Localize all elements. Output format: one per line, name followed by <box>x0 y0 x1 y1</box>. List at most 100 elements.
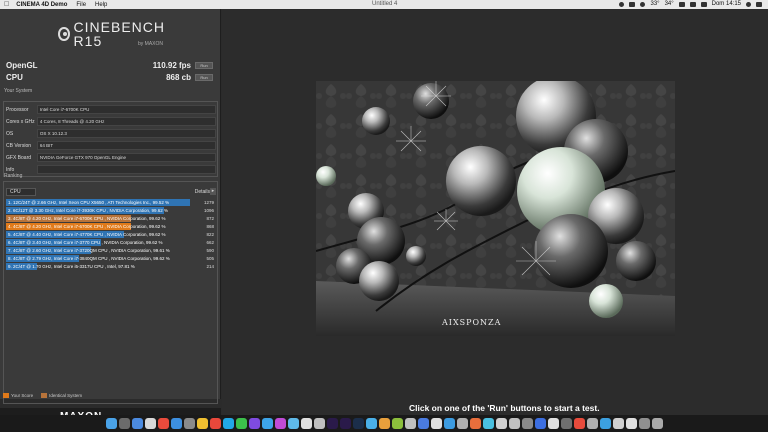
ranking-type-select[interactable]: CPU <box>6 188 36 196</box>
app-icon[interactable] <box>599 418 611 429</box>
search-icon[interactable] <box>746 1 751 7</box>
legend-identical-system: Identical System <box>41 393 82 398</box>
system-row: Info <box>6 165 216 174</box>
app-icon[interactable] <box>313 418 325 429</box>
ranking-row[interactable]: 7. 4C/8T @ 2.60 GHz, Intel Core i7-3720Q… <box>6 247 216 255</box>
app-icon[interactable] <box>443 418 455 429</box>
app-icon[interactable] <box>482 418 494 429</box>
ranking-row-label: 5. 4C/8T @ 4.40 GHz, Intel Core i7-4770K… <box>8 232 166 237</box>
status-icon[interactable] <box>640 1 646 7</box>
system-label: GFX Board <box>6 154 32 161</box>
ranking-row-label: 8. 4C/8T @ 2.79 GHz, Intel Core i7-3840Q… <box>8 256 170 261</box>
opengl-score-row: OpenGL 110.92 fps Run <box>3 59 218 71</box>
app-icon[interactable] <box>417 418 429 429</box>
whatsapp-icon[interactable] <box>235 418 247 429</box>
app-icon[interactable] <box>300 418 312 429</box>
ranking-row[interactable]: 9. 2C/4T @ 1.70 GHz, Intel Core i5-3317U… <box>6 263 216 271</box>
system-label: CB Version <box>6 142 32 149</box>
app-icon[interactable] <box>534 418 546 429</box>
legend-swatch <box>3 393 9 398</box>
cpu-label: CPU <box>6 72 23 82</box>
ranking-row[interactable]: 2. 6C/12T @ 3.30 GHz, Intel Core i7-3930… <box>6 207 216 215</box>
system-label: OS <box>6 130 14 137</box>
status-area: 33° 34° Dom 14:15 <box>619 1 762 7</box>
details-label[interactable]: Details <box>195 189 210 195</box>
ranking-row[interactable]: 3. 4C/8T @ 4.20 GHz, Intel Core i7-6700K… <box>6 215 216 223</box>
app-icon[interactable] <box>560 418 572 429</box>
clock[interactable]: Dom 14:15 <box>712 1 741 7</box>
status-icon[interactable] <box>619 1 625 7</box>
trash-icon[interactable] <box>651 418 663 429</box>
status-icon[interactable] <box>629 1 636 7</box>
battery-icon[interactable] <box>700 1 707 7</box>
temperature-reading[interactable]: 34° <box>665 1 674 7</box>
sphere <box>406 246 426 266</box>
ranking-row[interactable]: 1. 12C/24T @ 2.66 GHz, Intel Xeon CPU X5… <box>6 199 216 207</box>
app-icon[interactable] <box>573 418 585 429</box>
app-icon[interactable] <box>612 418 624 429</box>
ranking-row[interactable]: 5. 4C/8T @ 4.40 GHz, Intel Core i7-4770K… <box>6 231 216 239</box>
system-label: Info <box>6 166 15 173</box>
app-icon[interactable] <box>638 418 650 429</box>
details-toggle-button[interactable]: ▸ <box>210 188 216 195</box>
app-icon[interactable] <box>248 418 260 429</box>
temperature-reading[interactable]: 33° <box>650 1 659 7</box>
app-icon[interactable] <box>196 418 208 429</box>
system-row: CB Version 64 BIT <box>6 141 216 150</box>
app-icon[interactable] <box>378 418 390 429</box>
menu-file[interactable]: File <box>76 2 86 8</box>
ranking-row[interactable]: 6. 4C/8T @ 3.40 GHz, Intel Core i7-3770 … <box>6 239 216 247</box>
ranking-row-label: 3. 4C/8T @ 4.20 GHz, Intel Core i7-6700K… <box>8 216 166 221</box>
app-icon[interactable] <box>469 418 481 429</box>
launchpad-icon[interactable] <box>118 418 130 429</box>
ranking-row-label: 4. 4C/8T @ 4.20 GHz, Intel Core i7-6700K… <box>8 224 166 229</box>
ranking-row[interactable]: 4. 4C/8T @ 4.20 GHz, Intel Core i7-6700K… <box>6 223 216 231</box>
system-value: OS X 10.12.3 <box>36 129 216 138</box>
app-icon[interactable] <box>547 418 559 429</box>
app-icon[interactable] <box>170 418 182 429</box>
app-icon[interactable] <box>586 418 598 429</box>
app-icon[interactable] <box>131 418 143 429</box>
legend-label: Your Score <box>11 393 34 398</box>
app-icon[interactable] <box>274 418 286 429</box>
sphere <box>534 214 608 288</box>
wifi-icon[interactable] <box>678 1 685 7</box>
render-stage: AIXSPONZA Click on one of the 'Run' butt… <box>222 9 768 415</box>
photoshop-icon[interactable] <box>352 418 364 429</box>
app-icon[interactable] <box>365 418 377 429</box>
info-input[interactable] <box>36 165 216 174</box>
app-icon[interactable] <box>430 418 442 429</box>
ranking-row[interactable]: 8. 4C/8T @ 2.79 GHz, Intel Core i7-3840Q… <box>6 255 216 263</box>
cpu-run-button[interactable]: Run <box>195 73 213 81</box>
legend-your-score: Your Score <box>3 393 33 398</box>
skype-icon[interactable] <box>222 418 234 429</box>
chrome-icon[interactable] <box>209 418 221 429</box>
app-icon[interactable] <box>157 418 169 429</box>
app-icon[interactable] <box>287 418 299 429</box>
app-icon[interactable] <box>456 418 468 429</box>
apple-icon[interactable]:  <box>4 1 9 8</box>
app-icon[interactable] <box>521 418 533 429</box>
finder-icon[interactable] <box>105 418 117 429</box>
window-title: Untitled 4 <box>372 1 398 7</box>
app-icon[interactable] <box>495 418 507 429</box>
aftereffects-icon[interactable] <box>339 418 351 429</box>
app-icon[interactable] <box>404 418 416 429</box>
ranking-row-score: 1096 <box>203 208 214 213</box>
app-icon[interactable] <box>391 418 403 429</box>
app-icon[interactable] <box>625 418 637 429</box>
system-row: GFX Board NVIDIA GeForce GTX 970 OpenGL … <box>6 153 216 162</box>
app-icon[interactable] <box>508 418 520 429</box>
menu-list-icon[interactable] <box>756 1 762 7</box>
menu-help[interactable]: Help <box>95 2 107 8</box>
volume-icon[interactable] <box>689 1 696 7</box>
app-icon[interactable] <box>144 418 156 429</box>
menu-app-name[interactable]: CINEMA 4D Demo <box>16 2 67 8</box>
premiere-icon[interactable] <box>326 418 338 429</box>
opengl-run-button[interactable]: Run <box>195 61 213 69</box>
app-icon[interactable] <box>183 418 195 429</box>
render-watermark: AIXSPONZA <box>441 318 501 327</box>
menu-bar:  CINEMA 4D Demo File Help Untitled 4 33… <box>0 0 768 9</box>
app-icon[interactable] <box>261 418 273 429</box>
status-message: Click on one of the 'Run' buttons to sta… <box>409 403 600 413</box>
